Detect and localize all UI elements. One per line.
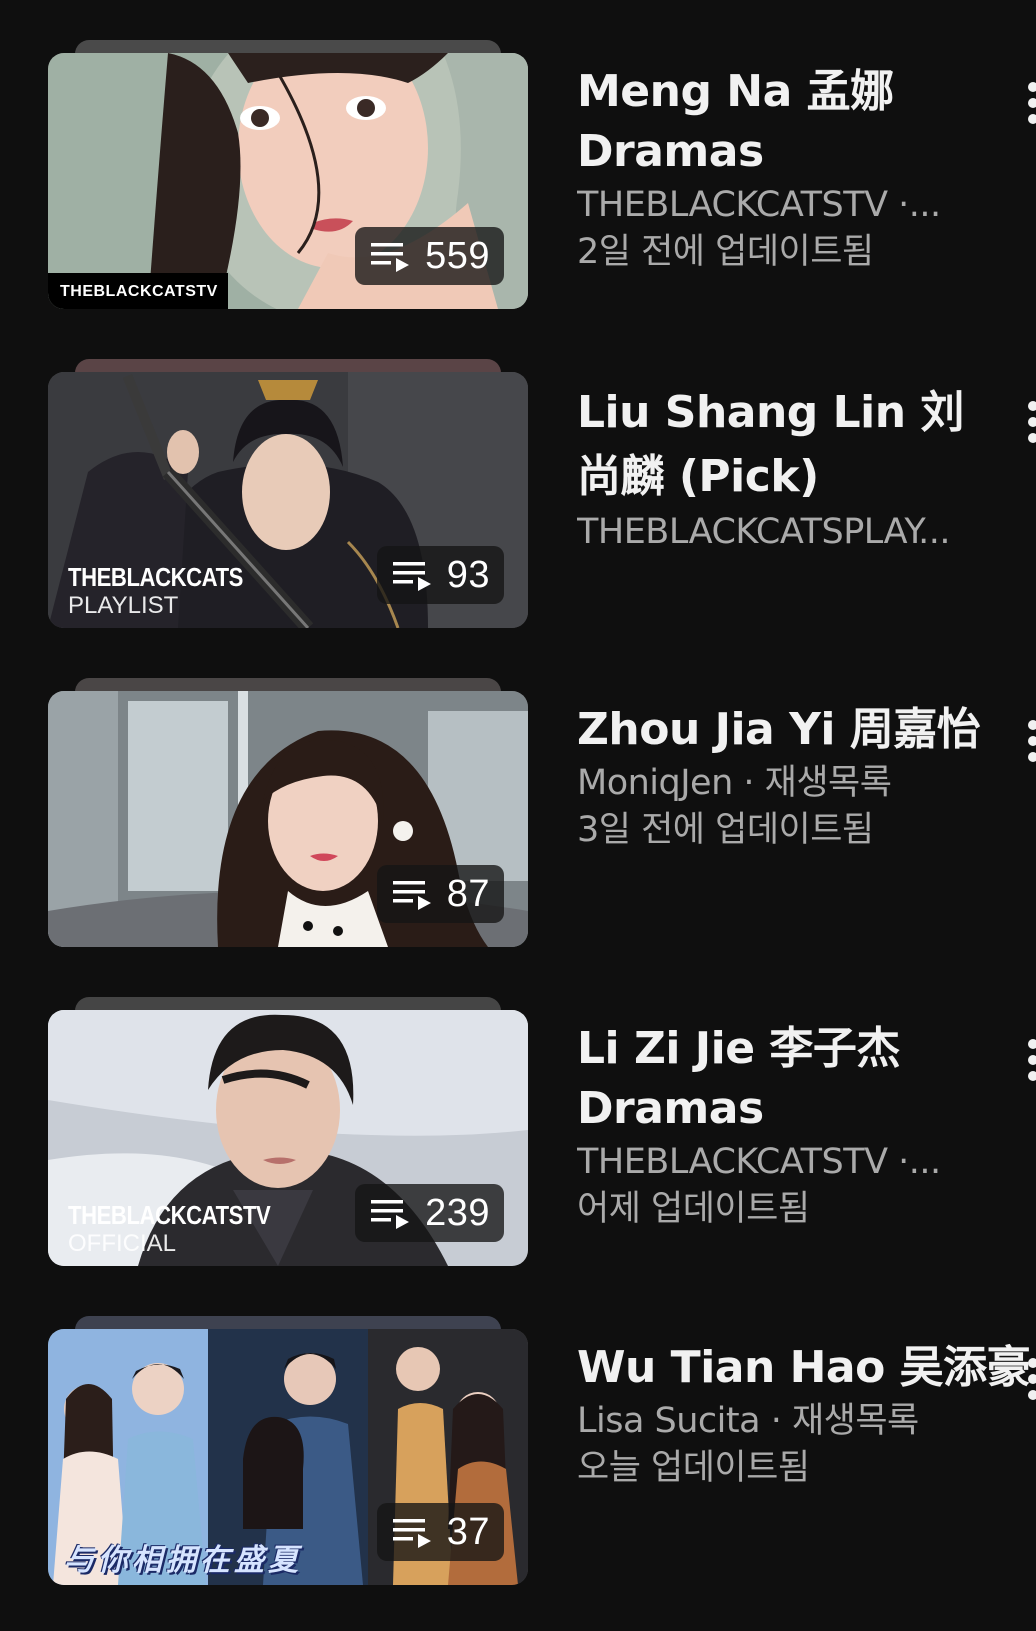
- more-options-button[interactable]: [1020, 78, 1036, 138]
- playlist-title[interactable]: Wu Tian Hao 吴添豪: [577, 1338, 1031, 1398]
- playlist-channel: Lisa Sucita · 재생목록: [577, 1401, 919, 1441]
- more-options-button[interactable]: [1020, 716, 1036, 776]
- thumbnail-caption: 与你相拥在盛夏: [64, 1543, 302, 1578]
- playlist-icon: [371, 1197, 411, 1229]
- video-count: 559: [425, 234, 490, 277]
- playlist-info[interactable]: Meng Na 孟娜 Dramas THEBLACKCATSTV ·... 2일…: [577, 62, 997, 276]
- playlist-updated: 2일 전에 업데이트됨: [577, 232, 874, 272]
- more-options-button[interactable]: [1020, 1354, 1036, 1414]
- playlist-stack-edge: [75, 997, 501, 1011]
- playlist-info[interactable]: Zhou Jia Yi 周嘉怡 MoniqJen · 재생목록 3일 전에 업데…: [577, 700, 997, 854]
- playlist-thumbnail[interactable]: THEBLACKCATSTV OFFICIAL 239: [48, 1010, 528, 1266]
- channel-watermark: THEBLACKCATSTV OFFICIAL: [68, 1200, 271, 1257]
- playlist-title[interactable]: Liu Shang Lin 刘尚麟 (Pick): [577, 381, 997, 509]
- playlist-item[interactable]: 87 Zhou Jia Yi 周嘉怡 MoniqJen · 재생목록 3일 전에…: [0, 678, 1036, 978]
- channel-watermark: THEBLACKCATS PLAYLIST: [68, 562, 243, 619]
- playlist-thumbnail[interactable]: THEBLACKCATS PLAYLIST 93: [48, 372, 528, 628]
- playlist-thumbnail[interactable]: 与你相拥在盛夏 37: [48, 1329, 528, 1585]
- playlist-icon: [392, 878, 433, 910]
- playlist-updated: 3일 전에 업데이트됨: [577, 810, 874, 850]
- playlist-item[interactable]: THEBLACKCATSTV OFFICIAL 239 Li Zi Jie 李子…: [0, 997, 1036, 1297]
- playlist-thumbnail[interactable]: 87: [48, 691, 528, 947]
- playlist-info[interactable]: Li Zi Jie 李子杰 Dramas THEBLACKCATSTV ·...…: [577, 1019, 997, 1233]
- playlist-updated: 어제 업데이트됨: [577, 1189, 810, 1229]
- video-count: 239: [425, 1191, 490, 1234]
- more-options-button[interactable]: [1020, 1035, 1036, 1095]
- playlist-stack-edge: [75, 359, 501, 373]
- video-count: 93: [446, 553, 490, 596]
- video-count-badge: 37: [376, 1503, 504, 1561]
- playlist-stack-edge: [75, 678, 501, 692]
- playlist-icon: [392, 559, 433, 591]
- video-count-badge: 559: [355, 227, 504, 285]
- playlist-item[interactable]: THEBLACKCATSTV 559 Meng Na 孟娜 Dramas THE…: [0, 40, 1036, 340]
- video-count-badge: 239: [355, 1184, 504, 1242]
- playlist-info[interactable]: Liu Shang Lin 刘尚麟 (Pick) THEBLACKCATSPLA…: [577, 381, 997, 556]
- playlist-thumbnail[interactable]: THEBLACKCATSTV 559: [48, 53, 528, 309]
- playlist-title[interactable]: Meng Na 孟娜 Dramas: [577, 62, 997, 182]
- video-count-badge: 87: [376, 865, 504, 923]
- playlist-item[interactable]: THEBLACKCATS PLAYLIST 93 Liu Shang Lin 刘…: [0, 359, 1036, 659]
- playlist-icon: [392, 1516, 433, 1548]
- playlist-stack-edge: [75, 1316, 501, 1330]
- playlist-title[interactable]: Li Zi Jie 李子杰 Dramas: [577, 1019, 997, 1139]
- playlist-item[interactable]: 与你相拥在盛夏 37 Wu Tian Hao 吴添豪 Lisa Sucita ·…: [0, 1316, 1036, 1616]
- playlist-icon: [371, 240, 411, 272]
- playlist-updated: 오늘 업데이트됨: [577, 1448, 810, 1488]
- playlist-info[interactable]: Wu Tian Hao 吴添豪 Lisa Sucita · 재생목록 오늘 업데…: [577, 1338, 1031, 1492]
- playlist-channel: THEBLACKCATSPLAY...: [577, 512, 951, 552]
- channel-watermark: THEBLACKCATSTV: [48, 273, 228, 309]
- more-options-button[interactable]: [1020, 397, 1036, 457]
- video-count: 37: [446, 1510, 490, 1553]
- video-count-badge: 93: [376, 546, 504, 604]
- playlist-channel: THEBLACKCATSTV ·...: [577, 185, 941, 225]
- video-count: 87: [446, 872, 490, 915]
- playlist-stack-edge: [75, 40, 501, 54]
- playlist-channel: THEBLACKCATSTV ·...: [577, 1142, 941, 1182]
- playlist-title[interactable]: Zhou Jia Yi 周嘉怡: [577, 700, 997, 760]
- playlist-channel: MoniqJen · 재생목록: [577, 763, 892, 803]
